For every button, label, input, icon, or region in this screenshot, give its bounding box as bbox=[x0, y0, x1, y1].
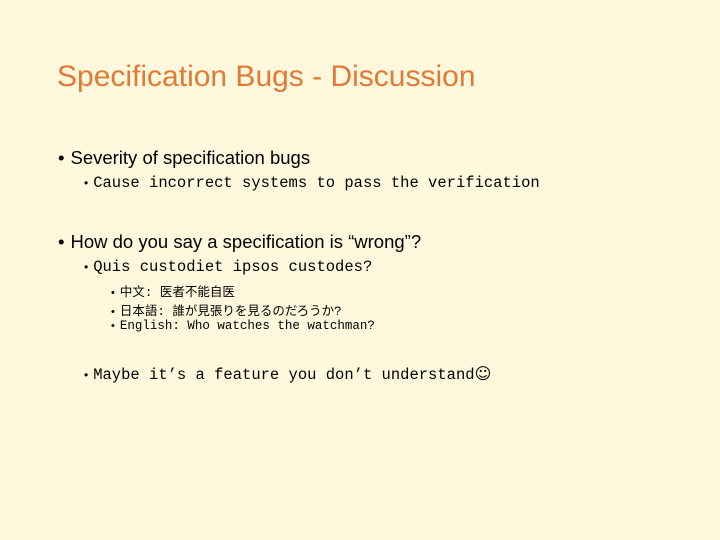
bullet-text: English: Who watches the watchman? bbox=[119, 319, 375, 333]
bullet-glyph: • bbox=[58, 231, 65, 252]
bullet-severity: • Severity of specification bugs bbox=[58, 147, 310, 169]
subsubbullet-japanese: • 日本語: 誰が見張りを見るのだろうか? bbox=[111, 300, 342, 319]
bullet-text: 日本語: 誰が見張りを見るのだろうか? bbox=[119, 305, 342, 319]
bullet-text: Severity of specification bugs bbox=[70, 147, 311, 168]
bullet-text: Cause incorrect systems to pass the veri… bbox=[93, 174, 540, 192]
smiley-icon: ☺ bbox=[474, 364, 492, 383]
bullet-text: Quis custodiet ipsos custodes? bbox=[93, 258, 373, 276]
bullet-glyph: • bbox=[111, 320, 115, 332]
subbullet-feature: • Maybe it’s a feature you don’t understa… bbox=[84, 364, 491, 384]
subbullet-quis: • Quis custodiet ipsos custodes? bbox=[84, 258, 372, 276]
bullet-glyph: • bbox=[84, 368, 89, 382]
subbullet-cause: • Cause incorrect systems to pass the ver… bbox=[84, 174, 540, 192]
bullet-glyph: • bbox=[111, 306, 115, 318]
bullet-text: Maybe it’s a feature you don’t understan… bbox=[93, 366, 475, 384]
bullet-text: How do you say a specification is “wrong… bbox=[70, 231, 422, 252]
bullet-glyph: • bbox=[111, 287, 115, 299]
subsubbullet-chinese: • 中文: 医者不能自医 bbox=[111, 281, 235, 300]
bullet-glyph: • bbox=[84, 176, 89, 190]
subsubbullet-english: • English: Who watches the watchman? bbox=[111, 319, 375, 333]
bullet-wrong: • How do you say a specification is “wron… bbox=[58, 231, 421, 253]
bullet-glyph: • bbox=[58, 147, 65, 168]
slide-title: Specification Bugs - Discussion bbox=[57, 60, 476, 93]
bullet-glyph: • bbox=[84, 260, 89, 274]
bullet-text: 中文: 医者不能自医 bbox=[119, 286, 235, 300]
